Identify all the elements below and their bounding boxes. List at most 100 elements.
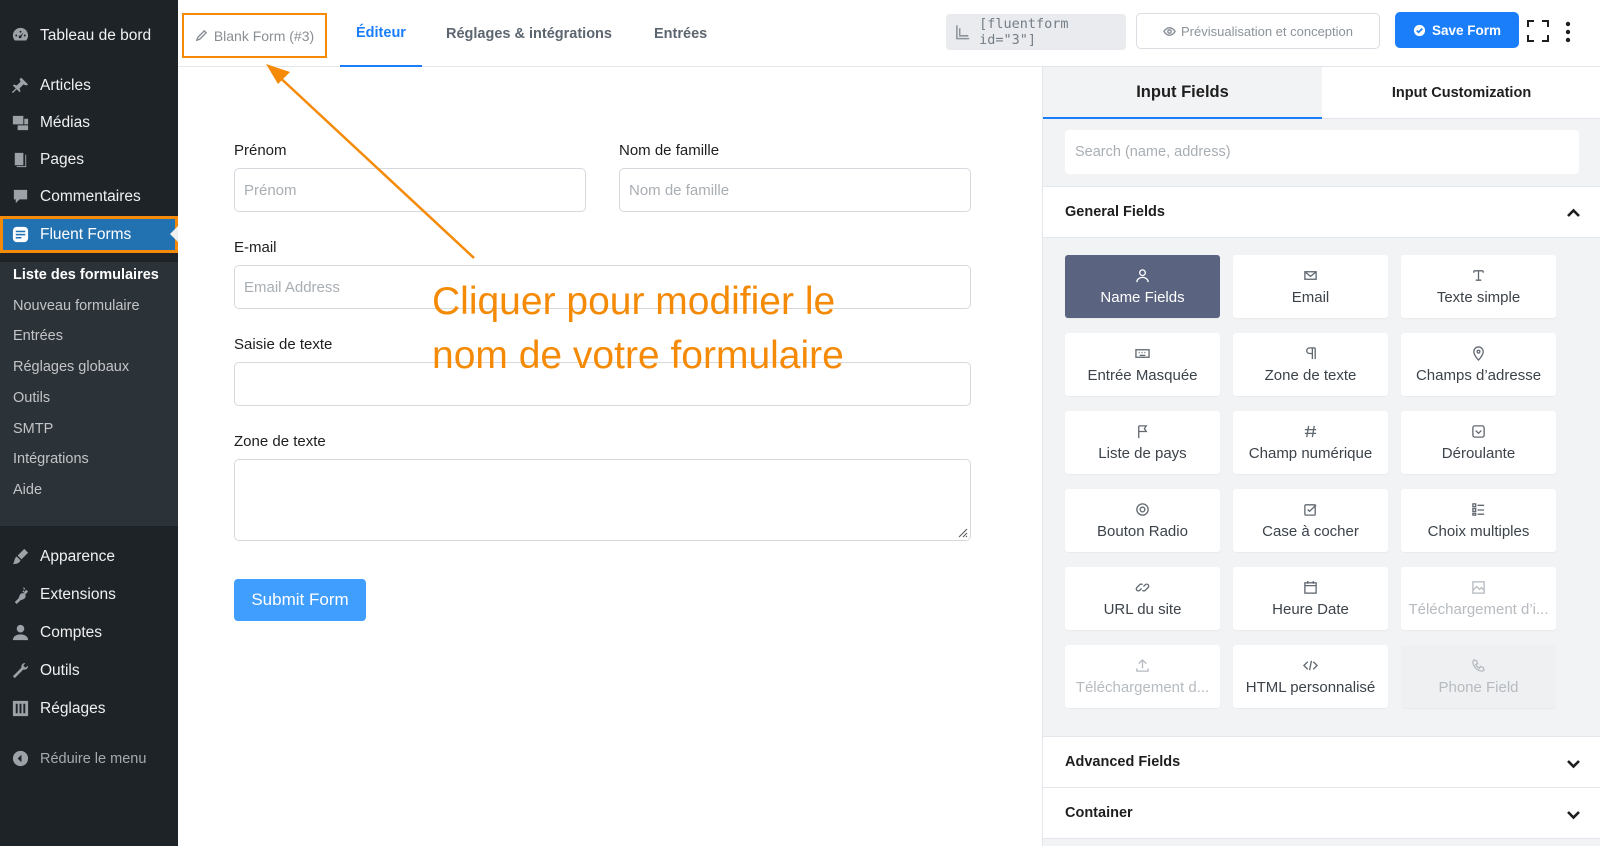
field-card-simple-text[interactable]: Texte simple	[1401, 255, 1556, 318]
field-card-email[interactable]: Email	[1233, 255, 1388, 318]
textarea-field[interactable]	[234, 459, 971, 541]
last-name-label: Nom de famille	[619, 142, 720, 159]
sidebar-item-fluent-forms[interactable]: Fluent Forms	[0, 216, 178, 253]
sidebar-item-tools[interactable]: Outils	[0, 652, 178, 689]
field-card-address[interactable]: Champs d’adresse	[1401, 333, 1556, 396]
chevron-down-icon	[1567, 760, 1580, 769]
media-icon	[9, 113, 31, 133]
field-card-numeric[interactable]: Champ numérique	[1233, 411, 1388, 474]
collapse-menu-button[interactable]: Réduire le menu	[0, 740, 178, 777]
last-name-input[interactable]: Nom de famille	[619, 168, 971, 212]
admin-sidebar: Tableau de bord Articles Médias Pages Co…	[0, 0, 178, 846]
annotation-callout: Cliquer pour modifier le nom de votre fo…	[432, 275, 844, 383]
pin-icon	[9, 76, 31, 96]
form-name-label: Blank Form (#3)	[213, 27, 315, 44]
more-options-icon[interactable]	[1563, 20, 1573, 44]
annotation-line-2: nom de votre formulaire	[432, 334, 844, 377]
field-card-country-list[interactable]: Liste de pays	[1065, 411, 1220, 474]
editor-topbar: Blank Form (#3) Éditeur Réglages & intég…	[178, 0, 1600, 67]
field-card-checkbox[interactable]: Case à cocher	[1233, 489, 1388, 552]
eye-icon	[1163, 26, 1176, 36]
sidebar-item-label: Réglages	[40, 699, 106, 717]
submenu-item-help[interactable]: Aide	[13, 482, 42, 498]
sidebar-item-extensions[interactable]: Extensions	[0, 576, 178, 613]
advanced-fields-title: Advanced Fields	[1065, 754, 1181, 770]
tab-entries[interactable]: Entrées	[654, 0, 707, 67]
shortcode-copy-button[interactable]: [fluentform id="3"]	[946, 14, 1126, 50]
checkbox-icon	[1304, 503, 1317, 516]
envelope-icon	[1304, 270, 1317, 280]
field-card-multiple-choice[interactable]: Choix multiples	[1401, 489, 1556, 552]
field-card-file-upload[interactable]: Téléchargement d...	[1065, 645, 1220, 708]
tab-input-fields[interactable]: Input Fields	[1043, 67, 1322, 119]
preview-design-button[interactable]: Prévisualisation et conception	[1136, 13, 1380, 49]
container-header[interactable]: Container	[1043, 787, 1600, 839]
save-form-button[interactable]: Save Form	[1395, 12, 1519, 48]
save-label: Save Form	[1431, 22, 1502, 38]
sidebar-item-label: Comptes	[40, 623, 103, 641]
sidebar-item-pages[interactable]: Pages	[0, 141, 178, 178]
field-card-radio[interactable]: Bouton Radio	[1065, 489, 1220, 552]
tab-settings-integrations[interactable]: Réglages & intégrations	[446, 0, 612, 67]
chevron-down-icon	[1567, 811, 1580, 820]
field-search-input[interactable]: Search (name, address)	[1065, 130, 1579, 174]
sidebar-item-label: Outils	[40, 661, 80, 679]
submit-form-button[interactable]: Submit Form	[234, 579, 366, 621]
tab-input-customization[interactable]: Input Customization	[1322, 67, 1600, 119]
link-icon	[1135, 582, 1150, 592]
comment-icon	[9, 187, 31, 207]
submenu-item-tools[interactable]: Outils	[13, 390, 50, 406]
field-card-masked-input[interactable]: Entrée Masquée	[1065, 333, 1220, 396]
collapse-arrow-icon	[9, 749, 31, 769]
field-card-name[interactable]: Name Fields	[1065, 255, 1220, 318]
field-card-date-time[interactable]: Heure Date	[1233, 567, 1388, 630]
field-card-dropdown[interactable]: Déroulante	[1401, 411, 1556, 474]
settings-sliders-icon	[9, 699, 31, 719]
sidebar-item-label: Commentaires	[40, 187, 141, 205]
sidebar-item-articles[interactable]: Articles	[0, 67, 178, 104]
sidebar-item-label: Apparence	[40, 547, 115, 565]
fluent-forms-icon	[9, 225, 31, 245]
calendar-icon	[1304, 580, 1317, 594]
text-input-label: Saisie de texte	[234, 336, 333, 353]
first-name-label: Prénom	[234, 142, 287, 159]
first-name-input[interactable]: Prénom	[234, 168, 586, 212]
field-card-textarea[interactable]: Zone de texte	[1233, 333, 1388, 396]
sidebar-item-comments[interactable]: Commentaires	[0, 178, 178, 215]
dashboard-icon	[9, 26, 31, 46]
pencil-icon	[195, 29, 207, 42]
tab-editor[interactable]: Éditeur	[340, 0, 422, 67]
sidebar-item-accounts[interactable]: Comptes	[0, 614, 178, 651]
submenu-item-entries[interactable]: Entrées	[13, 328, 63, 344]
dropdown-icon	[1472, 424, 1485, 438]
sidebar-item-appearance[interactable]: Apparence	[0, 538, 178, 575]
submenu-item-global-settings[interactable]: Réglages globaux	[13, 359, 129, 375]
field-card-image-upload[interactable]: Téléchargement d’i...	[1401, 567, 1556, 630]
form-name-button[interactable]: Blank Form (#3)	[182, 13, 327, 58]
form-editor-canvas: Prénom Prénom Nom de famille Nom de fami…	[178, 67, 1042, 846]
submenu-item-new-form[interactable]: Nouveau formulaire	[13, 298, 140, 314]
submenu-item-form-list[interactable]: Liste des formulaires	[13, 267, 159, 283]
sidebar-item-label: Tableau de bord	[40, 26, 152, 44]
field-card-website-url[interactable]: URL du site	[1065, 567, 1220, 630]
check-circle-icon	[1413, 24, 1426, 36]
resize-grip-icon[interactable]	[956, 526, 968, 538]
phone-icon	[1472, 658, 1485, 672]
fullscreen-icon[interactable]	[1526, 19, 1550, 43]
sidebar-item-dashboard[interactable]: Tableau de bord	[0, 17, 178, 54]
advanced-fields-header[interactable]: Advanced Fields	[1043, 736, 1600, 788]
pages-icon	[9, 150, 31, 170]
sidebar-item-media[interactable]: Médias	[0, 104, 178, 141]
submenu-item-smtp[interactable]: SMTP	[13, 421, 53, 437]
field-card-custom-html[interactable]: HTML personnalisé	[1233, 645, 1388, 708]
code-icon	[1303, 660, 1318, 670]
fields-panel: Input Fields Input Customization Search …	[1042, 67, 1600, 846]
sidebar-item-label: Médias	[40, 113, 90, 131]
submenu-item-integrations[interactable]: Intégrations	[13, 451, 89, 467]
sidebar-item-settings[interactable]: Réglages	[0, 690, 178, 727]
sidebar-item-label: Pages	[40, 150, 84, 168]
text-cursor-icon	[1473, 269, 1484, 281]
field-card-phone[interactable]: Phone Field	[1401, 645, 1556, 708]
flag-icon	[1138, 424, 1148, 438]
general-fields-header[interactable]: General Fields	[1043, 186, 1600, 238]
